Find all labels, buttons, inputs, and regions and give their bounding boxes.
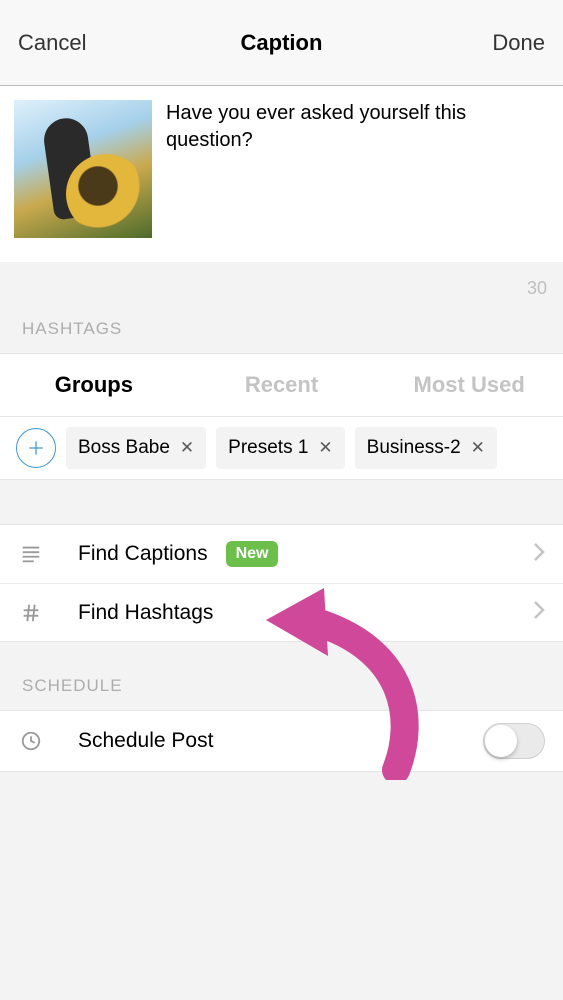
spacer	[0, 480, 563, 524]
find-captions-row[interactable]: Find Captions New	[0, 525, 563, 583]
add-group-button[interactable]	[16, 428, 56, 468]
hashtag-chip[interactable]: Boss Babe ✕	[66, 427, 206, 469]
chevron-right-icon	[533, 600, 545, 625]
hashtag-groups-row: Boss Babe ✕ Presets 1 ✕ Business-2 ✕	[0, 417, 563, 480]
schedule-post-row: Schedule Post	[0, 710, 563, 772]
page-title: Caption	[241, 30, 323, 56]
find-hashtags-row[interactable]: Find Hashtags	[0, 583, 563, 641]
hashtags-section-label: HASHTAGS	[0, 305, 563, 353]
hash-icon	[20, 602, 54, 624]
chip-label: Business-2	[367, 437, 461, 459]
schedule-section-label: SCHEDULE	[0, 642, 563, 710]
schedule-post-label: Schedule Post	[54, 729, 213, 753]
chip-remove-icon[interactable]: ✕	[471, 438, 485, 458]
caption-editor[interactable]: Have you ever asked yourself this questi…	[0, 86, 563, 262]
new-badge: New	[226, 541, 279, 567]
chip-remove-icon[interactable]: ✕	[180, 438, 194, 458]
hashtag-chip[interactable]: Business-2 ✕	[355, 427, 497, 469]
find-hashtags-label: Find Hashtags	[54, 601, 213, 625]
post-thumbnail[interactable]	[14, 100, 152, 238]
plus-icon	[26, 438, 46, 458]
chip-label: Boss Babe	[78, 437, 170, 459]
header-bar: Cancel Caption Done	[0, 0, 563, 86]
tab-most-used[interactable]: Most Used	[375, 354, 563, 416]
schedule-toggle[interactable]	[483, 723, 545, 759]
lines-icon	[20, 543, 54, 565]
tab-recent[interactable]: Recent	[188, 354, 376, 416]
hashtag-count: 30	[0, 262, 563, 305]
chip-label: Presets 1	[228, 437, 308, 459]
find-captions-label: Find Captions	[54, 542, 208, 566]
chevron-right-icon	[533, 542, 545, 567]
hashtag-chip[interactable]: Presets 1 ✕	[216, 427, 345, 469]
chip-remove-icon[interactable]: ✕	[318, 438, 332, 458]
caption-text-input[interactable]: Have you ever asked yourself this questi…	[152, 100, 549, 248]
clock-icon	[20, 730, 54, 752]
cancel-button[interactable]: Cancel	[18, 30, 98, 56]
find-list: Find Captions New Find Hashtags	[0, 524, 563, 642]
hashtag-tabs: Groups Recent Most Used	[0, 353, 563, 417]
tab-groups[interactable]: Groups	[0, 354, 188, 416]
done-button[interactable]: Done	[465, 30, 545, 56]
